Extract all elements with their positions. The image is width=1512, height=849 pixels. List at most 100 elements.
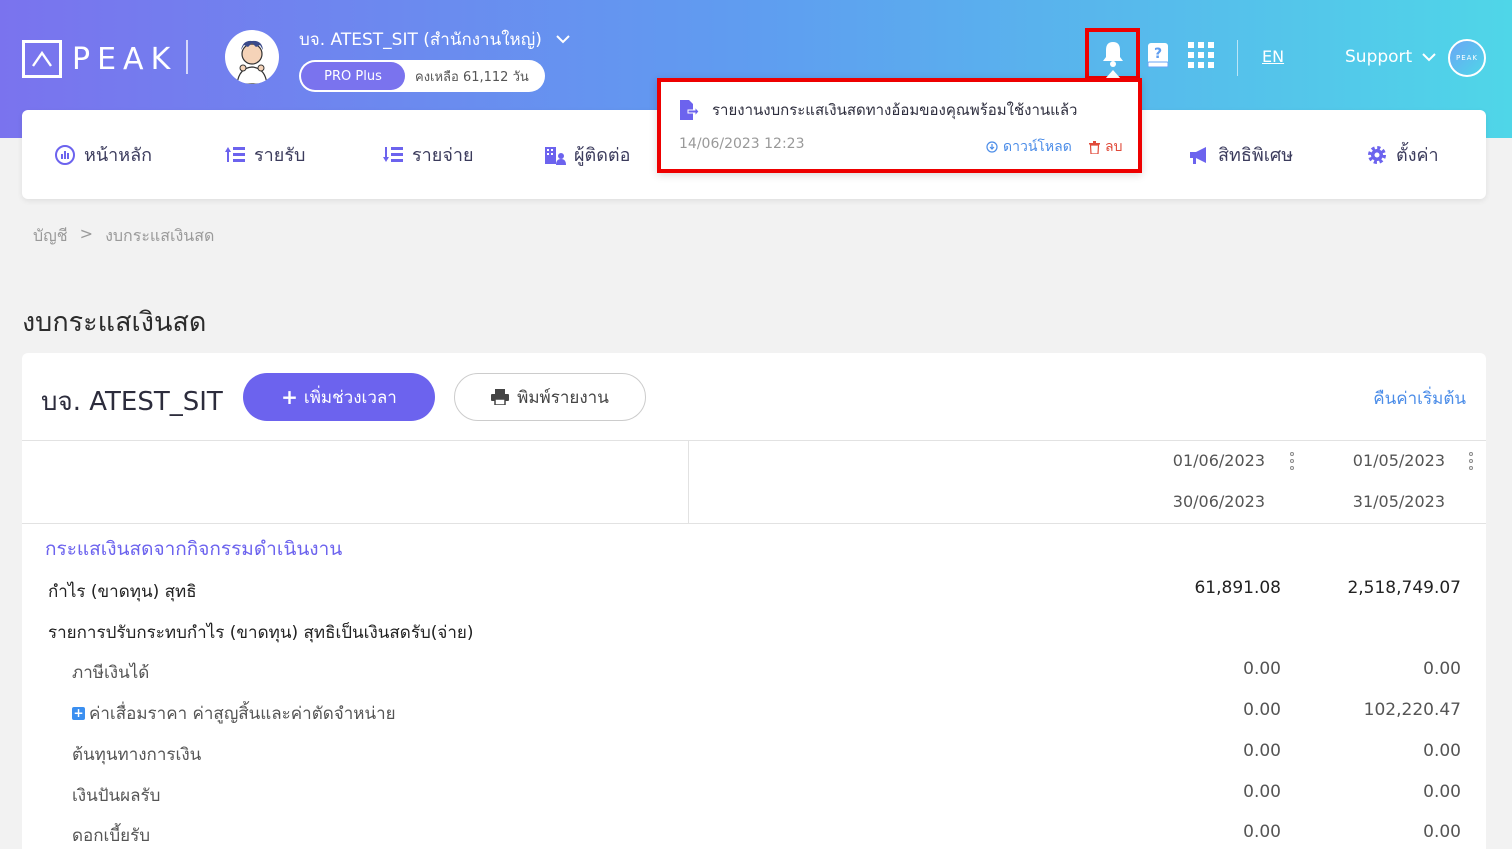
reset-defaults-link[interactable]: คืนค่าเริ่มต้น: [1373, 385, 1466, 412]
row-value-period-2: 0.00: [1423, 822, 1461, 842]
period-2-menu-icon[interactable]: [1468, 452, 1474, 470]
table-row: รายการปรับกระทบกำไร (ขาดทุน) สุทธิเป็นเง…: [22, 619, 1486, 649]
row-value-period-2: 0.00: [1423, 782, 1461, 802]
section-operating-activities: กระแสเงินสดจากกิจกรรมดำเนินงาน: [45, 538, 343, 560]
printer-icon: [491, 389, 510, 405]
help-book-icon: ?: [1147, 43, 1169, 68]
row-label: เงินปันผลรับ: [72, 786, 161, 806]
user-logo-avatar[interactable]: PEAK: [1448, 39, 1486, 77]
table-row: กำไร (ขาดทุน) สุทธิ 61,891.08 2,518,749.…: [22, 578, 1486, 608]
support-menu[interactable]: Support: [1345, 47, 1436, 67]
logo-text: PEAK: [72, 41, 178, 77]
nav-contacts[interactable]: ผู้ติดต่อ: [544, 140, 630, 169]
row-label: กำไร (ขาดทุน) สุทธิ: [48, 582, 197, 602]
row-label: ภาษีเงินได้: [72, 663, 150, 683]
contacts-icon: [544, 144, 566, 166]
breadcrumb-separator: >: [79, 224, 94, 243]
table-row: ดอกเบี้ยรับ 0.00 0.00: [22, 822, 1486, 849]
header-divider: [1237, 40, 1238, 76]
plan-pill[interactable]: PRO Plus คงเหลือ 61,112 วัน: [299, 60, 545, 92]
nav-settings[interactable]: ตั้งค่า: [1366, 140, 1439, 169]
row-label: ดอกเบี้ยรับ: [72, 826, 151, 846]
download-icon: [986, 141, 998, 153]
plan-days-remaining: คงเหลือ 61,112 วัน: [415, 69, 529, 85]
help-book-button[interactable]: ?: [1145, 42, 1171, 68]
row-value-period-1: 61,891.08: [1194, 578, 1281, 598]
report-company-name: บจ. ATEST_SIT: [41, 387, 223, 417]
table-header-divider: [22, 523, 1486, 524]
row-value-period-1: 0.00: [1243, 741, 1281, 761]
period-1-start: 01/06/2023: [1172, 451, 1265, 470]
download-label: ดาวน์โหลด: [1003, 139, 1072, 155]
logo-divider: [186, 40, 188, 74]
row-value-period-2: 0.00: [1423, 659, 1461, 679]
print-report-button[interactable]: พิมพ์รายงาน: [454, 373, 646, 421]
svg-text:?: ?: [1154, 46, 1162, 62]
row-label: ต้นทุนทางการเงิน: [72, 745, 202, 765]
expand-plus-icon[interactable]: +: [72, 707, 85, 720]
language-toggle[interactable]: EN: [1262, 47, 1284, 66]
nav-privileges[interactable]: สิทธิพิเศษ: [1188, 140, 1293, 169]
peak-logo[interactable]: PEAK: [22, 40, 177, 78]
row-value-period-2: 0.00: [1423, 741, 1461, 761]
trash-icon: [1089, 140, 1100, 154]
apps-grid-icon: [1188, 42, 1214, 68]
income-icon: [224, 144, 246, 166]
row-value-period-1: 0.00: [1243, 700, 1281, 720]
row-label: รายการปรับกระทบกำไร (ขาดทุน) สุทธิเป็นเง…: [48, 623, 474, 643]
nav-home[interactable]: หน้าหลัก: [54, 140, 152, 169]
support-label: Support: [1345, 47, 1413, 67]
notification-item[interactable]: รายงานงบกระแสเงินสดทางอ้อมของคุณพร้อมใช้…: [678, 98, 1077, 122]
row-label-group[interactable]: + ค่าเสื่อมราคา ค่าสูญสิ้นและค่าตัดจำหน่…: [72, 700, 396, 727]
report-card: บจ. ATEST_SIT + เพิ่มช่วงเวลา พิมพ์รายงา…: [22, 353, 1486, 849]
row-value-period-1: 0.00: [1243, 659, 1281, 679]
nav-expense[interactable]: รายจ่าย: [382, 140, 474, 169]
notification-delete-link[interactable]: ลบ: [1089, 136, 1122, 158]
period-2-end: 31/05/2023: [1352, 492, 1445, 511]
plus-icon: +: [281, 385, 298, 409]
avatar[interactable]: [225, 30, 279, 84]
nav-income-label: รายรับ: [254, 145, 306, 166]
breadcrumb-root[interactable]: บัญชี: [33, 224, 68, 249]
chevron-down-icon: [1422, 52, 1436, 61]
apps-grid-button[interactable]: [1188, 42, 1214, 68]
period-1-end: 30/06/2023: [1172, 492, 1265, 511]
print-report-label: พิมพ์รายงาน: [517, 387, 609, 408]
nav-settings-label: ตั้งค่า: [1396, 145, 1439, 166]
table-row: + ค่าเสื่อมราคา ค่าสูญสิ้นและค่าตัดจำหน่…: [22, 700, 1486, 730]
nav-privileges-label: สิทธิพิเศษ: [1218, 145, 1294, 166]
logo-mark-icon: [22, 40, 62, 78]
nav-income[interactable]: รายรับ: [224, 140, 305, 169]
dashboard-icon: [54, 144, 76, 166]
breadcrumb-current: งบกระแสเงินสด: [105, 226, 215, 245]
company-switcher[interactable]: บจ. ATEST_SIT (สำนักงานใหญ่): [299, 26, 570, 53]
row-value-period-2: 102,220.47: [1363, 700, 1461, 720]
row-label: ค่าเสื่อมราคา ค่าสูญสิ้นและค่าตัดจำหน่าย: [89, 704, 396, 724]
table-column-divider: [688, 440, 689, 523]
nav-contacts-label: ผู้ติดต่อ: [574, 145, 631, 166]
add-period-button[interactable]: + เพิ่มช่วงเวลา: [243, 373, 435, 421]
notification-download-link[interactable]: ดาวน์โหลด: [986, 136, 1072, 158]
file-export-icon: [680, 100, 700, 120]
row-value-period-1: 0.00: [1243, 782, 1281, 802]
nav-expense-label: รายจ่าย: [412, 145, 474, 166]
table-row: ต้นทุนทางการเงิน 0.00 0.00: [22, 741, 1486, 771]
period-1-menu-icon[interactable]: [1289, 452, 1295, 470]
breadcrumb: บัญชี > งบกระแสเงินสด: [33, 224, 214, 249]
megaphone-icon: [1188, 144, 1210, 166]
add-period-label: เพิ่มช่วงเวลา: [303, 387, 397, 408]
table-top-divider: [22, 440, 1486, 441]
notification-title: รายงานงบกระแสเงินสดทางอ้อมของคุณพร้อมใช้…: [712, 101, 1078, 119]
chevron-down-icon: [556, 35, 570, 44]
row-value-period-2: 2,518,749.07: [1347, 578, 1461, 598]
table-row: เงินปันผลรับ 0.00 0.00: [22, 782, 1486, 812]
table-row: ภาษีเงินได้ 0.00 0.00: [22, 659, 1486, 689]
period-2-start: 01/05/2023: [1352, 451, 1445, 470]
row-value-period-1: 0.00: [1243, 822, 1281, 842]
notification-date: 14/06/2023 12:23: [679, 136, 805, 152]
expense-icon: [382, 144, 404, 166]
bell-icon: [1102, 42, 1123, 67]
nav-home-label: หน้าหลัก: [84, 145, 153, 166]
page-title: งบกระแสเงินสด: [22, 307, 207, 338]
notification-popover: รายงานงบกระแสเงินสดทางอ้อมของคุณพร้อมใช้…: [657, 78, 1142, 173]
